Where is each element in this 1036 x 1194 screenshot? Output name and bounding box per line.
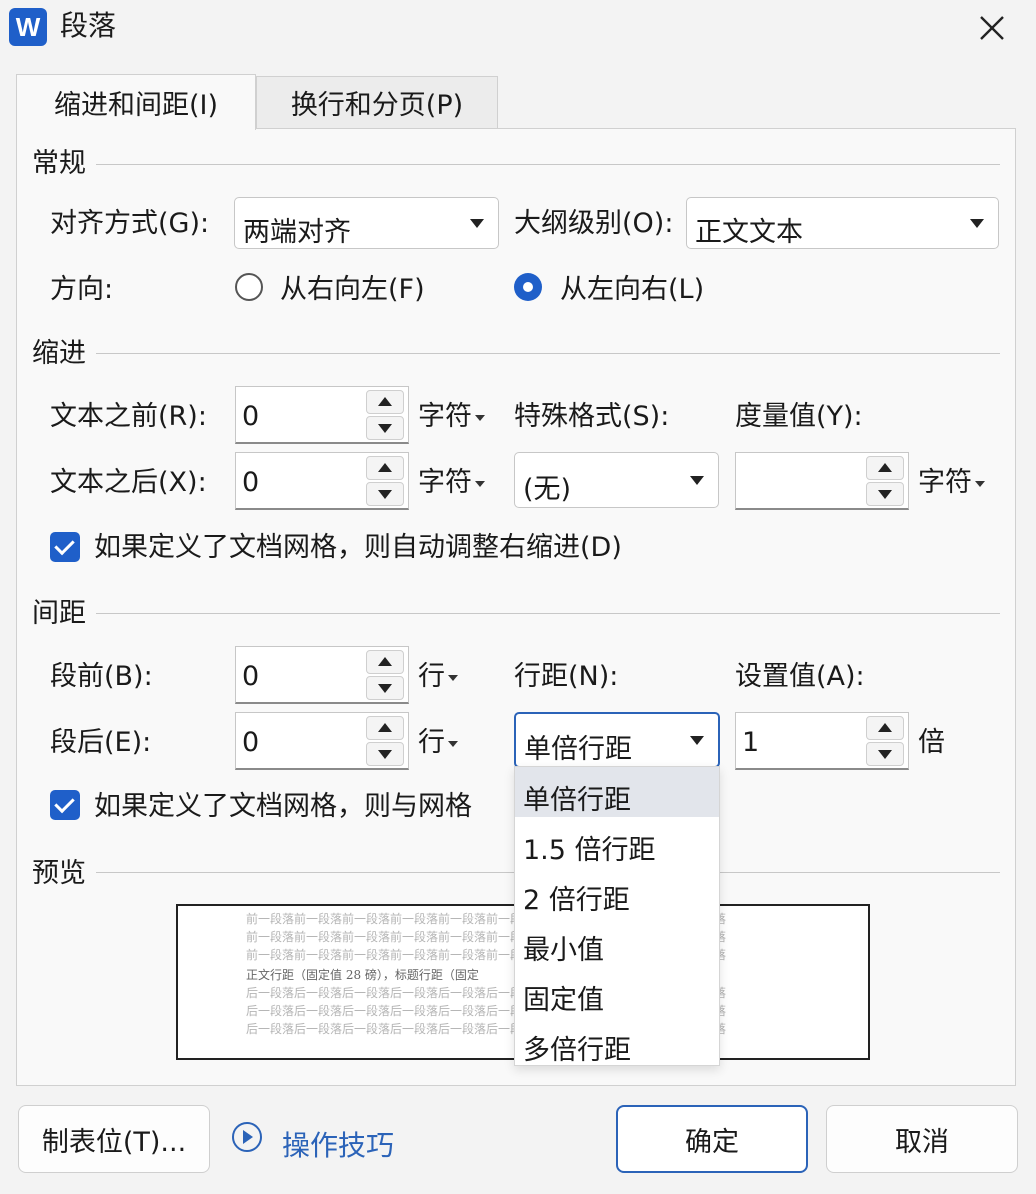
spin-down-button[interactable] xyxy=(366,482,404,506)
spin-up-button[interactable] xyxy=(366,650,404,674)
special-format-select[interactable]: (无) xyxy=(514,452,719,508)
set-value-unit: 倍 xyxy=(918,729,945,756)
ltr-label[interactable]: 从左向右(L) xyxy=(560,276,704,303)
dropdown-option[interactable]: 单倍行距 xyxy=(515,767,719,817)
chevron-down-icon xyxy=(475,415,485,421)
chevron-down-icon xyxy=(448,741,458,747)
outline-level-select[interactable]: 正文文本 xyxy=(686,197,999,249)
dropdown-option[interactable]: 多倍行距 xyxy=(515,1017,719,1067)
outline-level-label: 大纲级别(O): xyxy=(514,210,673,237)
play-circle-icon[interactable] xyxy=(232,1122,262,1152)
space-after-value: 0 xyxy=(242,727,259,758)
divider xyxy=(96,613,1000,614)
dropdown-option[interactable]: 2 倍行距 xyxy=(515,867,719,917)
chevron-down-icon xyxy=(690,736,704,745)
chevron-down-icon xyxy=(970,219,984,228)
line-spacing-value: 单倍行距 xyxy=(524,727,632,766)
spin-up-button[interactable] xyxy=(866,456,904,480)
measure-unit[interactable]: 字符 xyxy=(918,469,985,496)
chevron-down-icon xyxy=(448,675,458,681)
section-header-indent: 缩进 xyxy=(32,340,86,367)
radio-ltr[interactable] xyxy=(514,273,542,301)
chevron-down-icon xyxy=(690,476,704,485)
space-before-label: 段前(B): xyxy=(50,663,153,690)
chevron-down-icon xyxy=(470,219,484,228)
tab-stops-button[interactable]: 制表位(T)... xyxy=(18,1105,210,1173)
chevron-down-icon xyxy=(975,481,985,487)
space-before-input[interactable]: 0 xyxy=(235,646,409,704)
direction-label: 方向: xyxy=(50,276,113,303)
spin-up-button[interactable] xyxy=(366,716,404,740)
spin-down-button[interactable] xyxy=(866,482,904,506)
preview-line: 正文行距（固定值 28 磅），标题行距（固定 xyxy=(246,966,479,983)
indent-after-value: 0 xyxy=(242,467,259,498)
space-after-label: 段后(E): xyxy=(50,729,151,756)
indent-after-input[interactable]: 0 xyxy=(235,452,409,510)
dialog-title: 段落 xyxy=(60,12,116,40)
spin-down-button[interactable] xyxy=(366,416,404,440)
radio-rtl[interactable] xyxy=(235,273,263,301)
section-header-general: 常规 xyxy=(32,150,86,177)
snap-grid-label[interactable]: 如果定义了文档网格，则与网格 xyxy=(94,793,472,820)
spin-down-button[interactable] xyxy=(366,742,404,766)
wps-writer-icon: W xyxy=(9,8,47,46)
alignment-select[interactable]: 两端对齐 xyxy=(234,197,499,249)
dropdown-option[interactable]: 固定值 xyxy=(515,967,719,1017)
dropdown-option[interactable]: 最小值 xyxy=(515,917,719,967)
space-before-value: 0 xyxy=(242,661,259,692)
ok-button[interactable]: 确定 xyxy=(616,1105,808,1173)
spin-up-button[interactable] xyxy=(366,390,404,414)
line-spacing-dropdown: 单倍行距 1.5 倍行距 2 倍行距 最小值 固定值 多倍行距 xyxy=(514,766,720,1066)
space-after-unit[interactable]: 行 xyxy=(418,729,458,756)
cancel-button[interactable]: 取消 xyxy=(826,1105,1018,1173)
measure-label: 度量值(Y): xyxy=(735,403,863,430)
alignment-value: 两端对齐 xyxy=(243,210,351,249)
close-icon xyxy=(966,6,1018,52)
indent-after-label: 文本之后(X): xyxy=(50,469,207,496)
spin-up-button[interactable] xyxy=(366,456,404,480)
special-format-label: 特殊格式(S): xyxy=(514,403,669,430)
spin-down-button[interactable] xyxy=(866,742,904,766)
rtl-label[interactable]: 从右向左(F) xyxy=(280,276,425,303)
measure-input[interactable] xyxy=(735,452,909,510)
spin-up-button[interactable] xyxy=(866,716,904,740)
set-value-input[interactable]: 1 xyxy=(735,712,909,770)
divider xyxy=(96,353,1000,354)
auto-adjust-label[interactable]: 如果定义了文档网格，则自动调整右缩进(D) xyxy=(94,534,622,561)
dropdown-option[interactable]: 1.5 倍行距 xyxy=(515,817,719,867)
tab-indent-spacing[interactable]: 缩进和间距(I) xyxy=(16,74,256,130)
indent-before-input[interactable]: 0 xyxy=(235,386,409,444)
line-spacing-label: 行距(N): xyxy=(514,663,618,690)
line-spacing-select[interactable]: 单倍行距 xyxy=(514,712,720,768)
space-before-unit[interactable]: 行 xyxy=(418,663,458,690)
indent-before-label: 文本之前(R): xyxy=(50,403,207,430)
space-after-input[interactable]: 0 xyxy=(235,712,409,770)
chevron-down-icon xyxy=(475,481,485,487)
section-header-preview: 预览 xyxy=(32,860,86,887)
spin-down-button[interactable] xyxy=(366,676,404,700)
section-header-spacing: 间距 xyxy=(32,600,86,627)
indent-after-unit[interactable]: 字符 xyxy=(418,469,485,496)
tab-line-page-breaks[interactable]: 换行和分页(P) xyxy=(256,76,498,128)
alignment-label: 对齐方式(G): xyxy=(50,210,209,237)
close-button[interactable] xyxy=(966,6,1018,52)
auto-adjust-checkbox[interactable] xyxy=(50,532,80,562)
outline-level-value: 正文文本 xyxy=(695,210,803,249)
special-format-value: (无) xyxy=(523,467,571,506)
divider xyxy=(96,164,1000,165)
tips-link[interactable]: 操作技巧 xyxy=(282,1124,394,1164)
indent-before-unit[interactable]: 字符 xyxy=(418,403,485,430)
set-value-value: 1 xyxy=(742,727,759,758)
snap-grid-checkbox[interactable] xyxy=(50,790,80,820)
set-value-label: 设置值(A): xyxy=(735,663,865,690)
indent-before-value: 0 xyxy=(242,401,259,432)
